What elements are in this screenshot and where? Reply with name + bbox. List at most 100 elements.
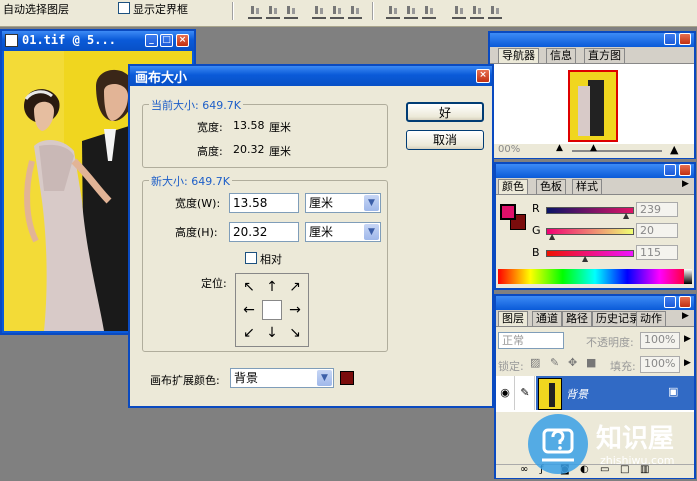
show-bounding-box-checkbox[interactable]: 显示定界框 xyxy=(118,1,188,17)
current-height-value: 20.32 xyxy=(233,143,265,156)
relative-checkbox[interactable]: 相对 xyxy=(245,251,282,267)
tab-channels[interactable]: 通道 xyxy=(532,311,562,326)
anchor-grid[interactable]: ↖ ↑ ↗ ← → ↙ ↓ ↘ xyxy=(235,273,309,347)
anchor-center[interactable] xyxy=(262,300,282,320)
minimize-button[interactable] xyxy=(664,164,676,176)
ok-button[interactable]: 好 xyxy=(406,102,484,122)
panel-title-bar[interactable] xyxy=(496,296,694,310)
anchor-arrow-w-icon[interactable]: ← xyxy=(239,300,259,320)
layer-row-background[interactable]: 背景 ▣ xyxy=(536,376,694,410)
zoom-value[interactable]: 00% xyxy=(498,144,520,155)
r-value[interactable]: 239 xyxy=(636,202,678,217)
tab-styles[interactable]: 样式 xyxy=(572,179,602,194)
distribute-bottom-icon[interactable] xyxy=(422,3,436,19)
g-value[interactable]: 20 xyxy=(636,223,678,238)
extension-color-swatch[interactable] xyxy=(340,371,354,385)
current-height-label: 高度: xyxy=(197,145,223,158)
tab-swatches[interactable]: 色板 xyxy=(536,179,566,194)
lock-position-icon[interactable]: ✥ xyxy=(568,356,577,369)
anchor-arrow-e-icon[interactable]: → xyxy=(285,300,305,320)
align-left-icon[interactable] xyxy=(312,3,326,19)
distribute-top-icon[interactable] xyxy=(386,3,400,19)
r-slider[interactable] xyxy=(546,207,634,214)
navigator-preview-area[interactable] xyxy=(490,64,694,144)
tab-navigator[interactable]: 导航器 xyxy=(498,48,539,63)
tab-info[interactable]: 信息 xyxy=(546,48,576,63)
align-hcenter-icon[interactable] xyxy=(330,3,344,19)
zoom-slider-thumb[interactable]: ▲ xyxy=(590,143,597,153)
chevron-down-icon[interactable]: ▼ xyxy=(317,370,332,386)
anchor-arrow-sw-icon[interactable]: ↙ xyxy=(239,323,259,343)
panel-menu-icon[interactable]: ▶ xyxy=(682,311,689,321)
brush-icon[interactable]: ✎ xyxy=(516,376,535,410)
lock-all-icon[interactable]: ■ xyxy=(586,356,596,369)
fill-arrow-icon[interactable]: ▶ xyxy=(684,358,691,368)
width-input[interactable]: 13.58 xyxy=(229,193,299,213)
close-button[interactable] xyxy=(679,164,691,176)
document-title-bar[interactable]: 01.tif @ 5... _ □ × xyxy=(2,31,194,51)
tab-layers[interactable]: 图层 xyxy=(498,311,528,326)
chevron-down-icon[interactable]: ▼ xyxy=(364,195,379,211)
g-slider[interactable] xyxy=(546,228,634,235)
panel-title-bar[interactable] xyxy=(496,164,694,178)
g-label: G xyxy=(532,224,541,237)
checkbox-icon[interactable] xyxy=(118,2,130,14)
dialog-title-bar[interactable]: 画布大小 × xyxy=(130,66,492,86)
height-unit-select[interactable]: 厘米 ▼ xyxy=(305,222,381,242)
tab-actions[interactable]: 动作 xyxy=(636,311,666,326)
lock-transparency-icon[interactable]: ▨ xyxy=(530,356,540,369)
cancel-button[interactable]: 取消 xyxy=(406,130,484,150)
tab-paths[interactable]: 路径 xyxy=(562,311,592,326)
align-vcenter-icon[interactable] xyxy=(266,3,280,19)
watermark: 知识屋 zhishiwu.com xyxy=(524,410,696,478)
close-button[interactable]: × xyxy=(176,34,189,47)
maximize-button[interactable]: □ xyxy=(160,34,173,47)
close-button[interactable]: × xyxy=(476,69,490,83)
zoom-out-icon[interactable]: ▲ xyxy=(556,143,563,153)
tab-color[interactable]: 颜色 xyxy=(498,179,528,194)
fill-value[interactable]: 100% xyxy=(640,356,680,373)
align-bottom-icon[interactable] xyxy=(284,3,298,19)
panel-title-bar[interactable] xyxy=(490,33,694,47)
anchor-arrow-n-icon[interactable]: ↑ xyxy=(262,277,282,297)
anchor-arrow-se-icon[interactable]: ↘ xyxy=(285,323,305,343)
height-input[interactable]: 20.32 xyxy=(229,222,299,242)
g-slider-thumb[interactable]: ▲ xyxy=(549,232,555,241)
width-unit-select[interactable]: 厘米 ▼ xyxy=(305,193,381,213)
tab-histogram[interactable]: 直方图 xyxy=(584,48,625,63)
distribute-left-icon[interactable] xyxy=(452,3,466,19)
b-slider[interactable] xyxy=(546,250,634,257)
foreground-color-swatch[interactable] xyxy=(500,204,516,220)
align-right-icon[interactable] xyxy=(348,3,362,19)
minimize-button[interactable] xyxy=(664,296,676,308)
opacity-value[interactable]: 100% xyxy=(640,332,680,349)
navigator-view-box[interactable] xyxy=(568,70,618,142)
lock-image-icon[interactable]: ✎ xyxy=(550,356,559,369)
minimize-button[interactable]: _ xyxy=(145,34,158,47)
navigator-tabs: 导航器 信息 直方图 xyxy=(490,47,694,64)
zoom-slider[interactable] xyxy=(572,150,662,152)
anchor-arrow-ne-icon[interactable]: ↗ xyxy=(285,277,305,297)
close-button[interactable] xyxy=(679,296,691,308)
checkbox-icon[interactable] xyxy=(245,252,257,264)
visibility-eye-icon[interactable]: ◉ xyxy=(496,376,515,410)
b-value[interactable]: 115 xyxy=(636,245,678,260)
extension-color-select[interactable]: 背景 ▼ xyxy=(230,368,334,388)
distribute-hcenter-icon[interactable] xyxy=(470,3,484,19)
r-slider-thumb[interactable]: ▲ xyxy=(623,211,629,220)
chevron-down-icon[interactable]: ▼ xyxy=(364,224,379,240)
color-spectrum-bar[interactable] xyxy=(498,269,692,284)
blend-mode-select[interactable]: 正常 xyxy=(498,332,564,349)
minimize-button[interactable] xyxy=(664,33,676,45)
align-top-icon[interactable] xyxy=(248,3,262,19)
anchor-arrow-s-icon[interactable]: ↓ xyxy=(262,323,282,343)
anchor-arrow-nw-icon[interactable]: ↖ xyxy=(239,277,259,297)
distribute-right-icon[interactable] xyxy=(488,3,502,19)
close-button[interactable] xyxy=(679,33,691,45)
panel-menu-icon[interactable]: ▶ xyxy=(682,179,689,189)
opacity-arrow-icon[interactable]: ▶ xyxy=(684,334,691,344)
b-slider-thumb[interactable]: ▲ xyxy=(582,254,588,263)
distribute-vcenter-icon[interactable] xyxy=(404,3,418,19)
zoom-in-icon[interactable]: ▲ xyxy=(670,143,678,156)
auto-select-layer-label[interactable]: 自动选择图层 xyxy=(3,1,69,17)
